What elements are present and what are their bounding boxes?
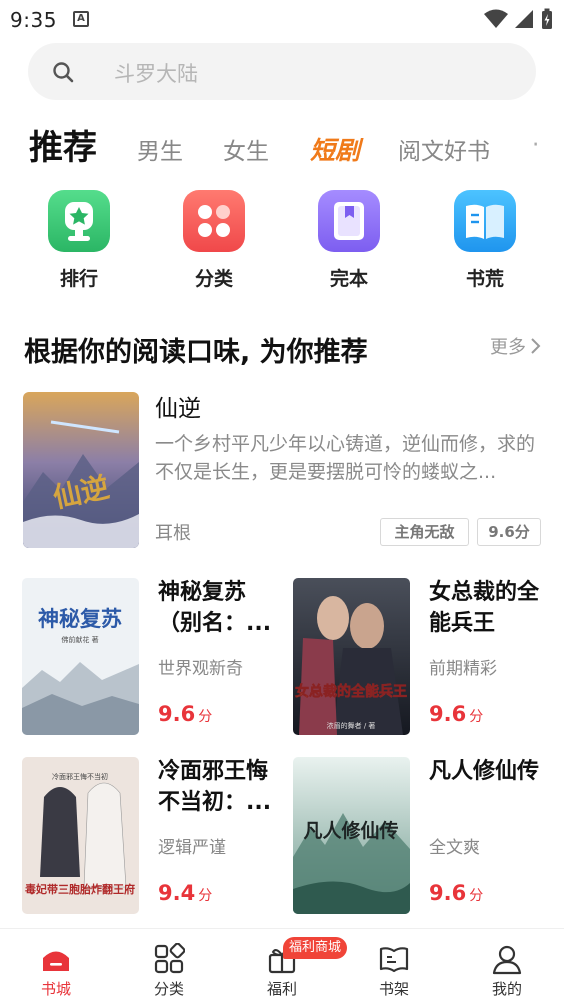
featured-tag-score: 9.6分 xyxy=(477,518,541,546)
entry-category[interactable]: 分类 xyxy=(182,190,246,291)
book-1-cover-sub: 佛前献花 著 xyxy=(61,635,98,644)
more-label: 更多 xyxy=(490,337,526,358)
book-tag-4: 全文爽 xyxy=(429,838,480,858)
book-score-3: 9.4 分 xyxy=(158,881,212,905)
book-complete-icon xyxy=(318,190,380,252)
book-3-cover-sub: 冷面邪王悔不当初 xyxy=(52,772,108,781)
entry-ranking[interactable]: 排行 xyxy=(47,190,111,291)
entry-category-label: 分类 xyxy=(194,268,233,290)
book-score-unit-4: 分 xyxy=(469,888,484,904)
tab-short-drama[interactable]: 短剧 xyxy=(310,131,360,167)
book-4-cover-text: 凡人修仙传 xyxy=(303,819,398,842)
book-tag-3: 逻辑严谨 xyxy=(158,838,226,858)
book-cover-2[interactable]: 女总裁的全能兵王 浓眉的舞者 / 著 xyxy=(293,578,410,735)
book-score-value-4: 9.6 xyxy=(429,881,467,905)
nav-bookstore-label: 书城 xyxy=(40,980,71,998)
nav-welfare-label: 福利 xyxy=(266,980,297,998)
bottom-nav: 书城 分类 福利 书架 我的 xyxy=(0,928,564,1004)
book-cover-4[interactable]: 凡人修仙传 xyxy=(293,757,410,914)
bookstore-icon xyxy=(43,951,69,971)
battery-icon xyxy=(542,8,552,29)
category-icon xyxy=(183,190,245,252)
book-score-unit-3: 分 xyxy=(198,888,213,904)
user-icon xyxy=(492,945,522,975)
nav-category-label: 分类 xyxy=(153,980,184,998)
nav-bookstore[interactable]: 书城 xyxy=(16,929,96,1004)
bookshelf-icon xyxy=(379,947,409,973)
section-title: 根据你的阅读口味, 为你推荐 xyxy=(24,337,368,368)
book-score-unit-1: 分 xyxy=(198,709,213,725)
book-1-cover-text: 神秘复苏 xyxy=(38,606,122,631)
tab-yuewen-books[interactable]: 阅文好书 xyxy=(398,132,490,166)
book-score-value-3: 9.4 xyxy=(158,881,196,905)
book-title-4[interactable]: 凡人修仙传 xyxy=(429,756,549,787)
system-icons xyxy=(484,8,554,30)
book-3-cover-text: 毒妃带三胞胎炸翻王府 xyxy=(25,882,135,896)
book-title-1[interactable]: 神秘复苏（别名：... xyxy=(158,577,278,639)
more-link[interactable]: 更多 xyxy=(490,333,542,359)
featured-author: 耳根 xyxy=(155,523,191,544)
tab-recommend[interactable]: 推荐 xyxy=(29,120,97,169)
tab-male[interactable]: 男生 xyxy=(137,132,183,166)
book-score-value-2: 9.6 xyxy=(429,702,467,726)
book-score-2: 9.6 分 xyxy=(429,702,483,726)
book-2-cover-sub: 浓眉的舞者 / 著 xyxy=(327,721,376,730)
trophy-icon xyxy=(48,190,110,252)
search-bar[interactable]: 斗罗大陆 xyxy=(28,43,536,100)
wifi-icon xyxy=(484,9,508,28)
featured-tag-genre: 主角无敌 xyxy=(380,518,469,546)
nav-profile-label: 我的 xyxy=(491,980,522,998)
book-score-4: 9.6 分 xyxy=(429,881,483,905)
book-cover-1[interactable]: 神秘复苏 佛前献花 著 xyxy=(22,578,139,735)
channel-tabs: 推荐 男生 女生 短剧 阅文好书 · xyxy=(0,116,564,172)
tab-female[interactable]: 女生 xyxy=(223,132,269,166)
status-bar: 9:35 A xyxy=(0,0,564,38)
tab-overflow: · xyxy=(532,132,540,158)
status-time: 9:35 xyxy=(10,8,57,32)
book-cover-3[interactable]: 毒妃带三胞胎炸翻王府 冷面邪王悔不当初 xyxy=(22,757,139,914)
book-score-1: 9.6 分 xyxy=(158,702,212,726)
nav-bookshelf-label: 书架 xyxy=(378,980,409,998)
book-2-cover-text: 女总裁的全能兵王 xyxy=(295,683,407,700)
book-score-unit-2: 分 xyxy=(469,709,484,725)
welfare-mall-badge[interactable]: 福利商城 xyxy=(283,937,348,959)
entry-book-shortage-label: 书荒 xyxy=(465,268,504,290)
nav-category[interactable]: 分类 xyxy=(129,929,209,1004)
grid-icon xyxy=(154,943,185,974)
entry-completed[interactable]: 完本 xyxy=(317,190,381,291)
open-book-icon xyxy=(454,190,516,252)
nav-bookshelf[interactable]: 书架 xyxy=(354,929,434,1004)
nav-profile[interactable]: 我的 xyxy=(467,929,547,1004)
signal-icon xyxy=(515,10,533,28)
book-tag-2: 前期精彩 xyxy=(429,659,497,679)
search-placeholder: 斗罗大陆 xyxy=(114,62,198,86)
book-score-value-1: 9.6 xyxy=(158,702,196,726)
featured-book-cover[interactable]: 仙逆 xyxy=(23,392,139,548)
search-icon xyxy=(53,62,74,83)
notification-icon: A xyxy=(73,11,89,27)
book-title-2[interactable]: 女总裁的全能兵王 xyxy=(429,577,549,639)
featured-description: 一个乡村平凡少年以心铸道，逆仙而修，求的不仅是长生，更是要摆脱可怜的蝼蚁之... xyxy=(155,433,536,483)
entry-ranking-label: 排行 xyxy=(59,268,98,290)
book-tag-1: 世界观新奇 xyxy=(158,659,243,679)
chevron-right-icon xyxy=(531,338,541,354)
featured-title[interactable]: 仙逆 xyxy=(155,389,201,423)
book-title-3[interactable]: 冷面邪王悔不当初：... xyxy=(158,756,278,818)
entry-book-shortage[interactable]: 书荒 xyxy=(453,190,517,291)
entry-completed-label: 完本 xyxy=(329,268,368,290)
